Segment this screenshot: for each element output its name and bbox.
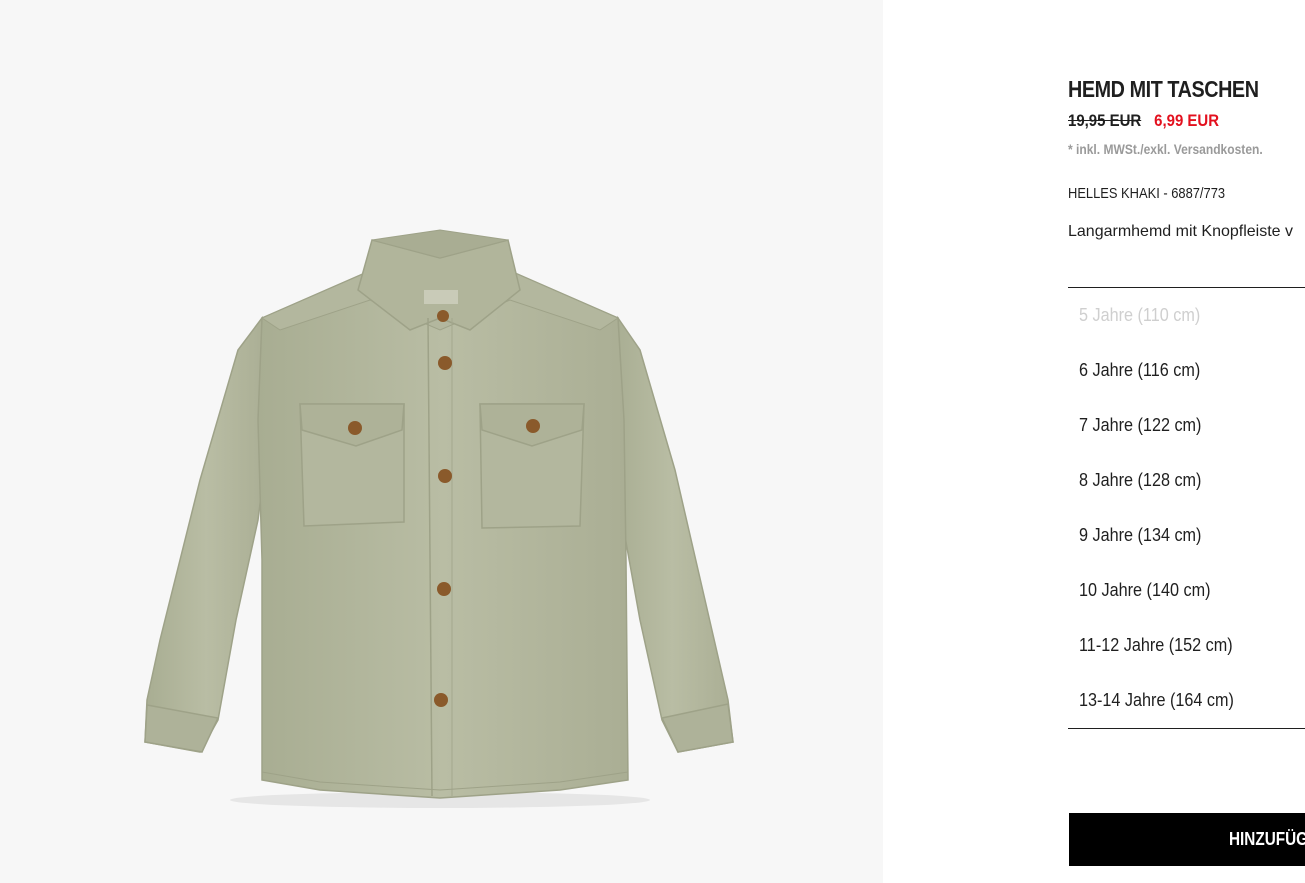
size-selector: 5 Jahre (110 cm) 6 Jahre (116 cm) 7 Jahr… <box>1068 287 1305 729</box>
size-option-6-jahre[interactable]: 6 Jahre (116 cm) <box>1068 343 1305 398</box>
color-reference: HELLES KHAKI - 6887/773 <box>1068 185 1226 202</box>
tax-note: * inkl. MWSt./exkl. Versandkosten. <box>1068 141 1263 157</box>
size-label: 13-14 Jahre (164 cm) <box>1079 690 1234 710</box>
size-label: 8 Jahre (128 cm) <box>1079 470 1202 490</box>
size-option-5-jahre: 5 Jahre (110 cm) <box>1068 288 1305 343</box>
size-label: 6 Jahre (116 cm) <box>1079 360 1201 380</box>
product-image[interactable] <box>0 0 883 883</box>
price-row: 19,95 EUR 6,99 EUR <box>1068 111 1219 131</box>
product-image-area <box>0 0 883 883</box>
size-option-7-jahre[interactable]: 7 Jahre (122 cm) <box>1068 398 1305 453</box>
old-price: 19,95 EUR <box>1068 111 1142 130</box>
size-option-9-jahre[interactable]: 9 Jahre (134 cm) <box>1068 508 1305 563</box>
size-label: 7 Jahre (122 cm) <box>1079 415 1202 435</box>
size-label: 5 Jahre (110 cm) <box>1079 305 1201 325</box>
product-description: Langarmhemd mit Knopfleiste v <box>1068 223 1293 240</box>
product-info-panel: HEMD MIT TASCHEN 19,95 EUR 6,99 EUR * in… <box>1068 0 1305 883</box>
size-option-8-jahre[interactable]: 8 Jahre (128 cm) <box>1068 453 1305 508</box>
size-option-10-jahre[interactable]: 10 Jahre (140 cm) <box>1068 563 1305 618</box>
sale-price: 6,99 EUR <box>1154 111 1220 130</box>
add-to-cart-button[interactable]: HINZUFÜG <box>1069 813 1305 866</box>
product-page: HEMD MIT TASCHEN 19,95 EUR 6,99 EUR * in… <box>0 0 1305 883</box>
size-label: 11-12 Jahre (152 cm) <box>1079 635 1233 655</box>
size-label: 9 Jahre (134 cm) <box>1079 525 1202 545</box>
size-label: 10 Jahre (140 cm) <box>1079 580 1211 600</box>
add-to-cart-label: HINZUFÜG <box>1229 829 1305 849</box>
size-option-11-12-jahre[interactable]: 11-12 Jahre (152 cm) <box>1068 618 1305 673</box>
size-option-13-14-jahre[interactable]: 13-14 Jahre (164 cm) <box>1068 673 1305 728</box>
product-title: HEMD MIT TASCHEN <box>1068 76 1259 102</box>
